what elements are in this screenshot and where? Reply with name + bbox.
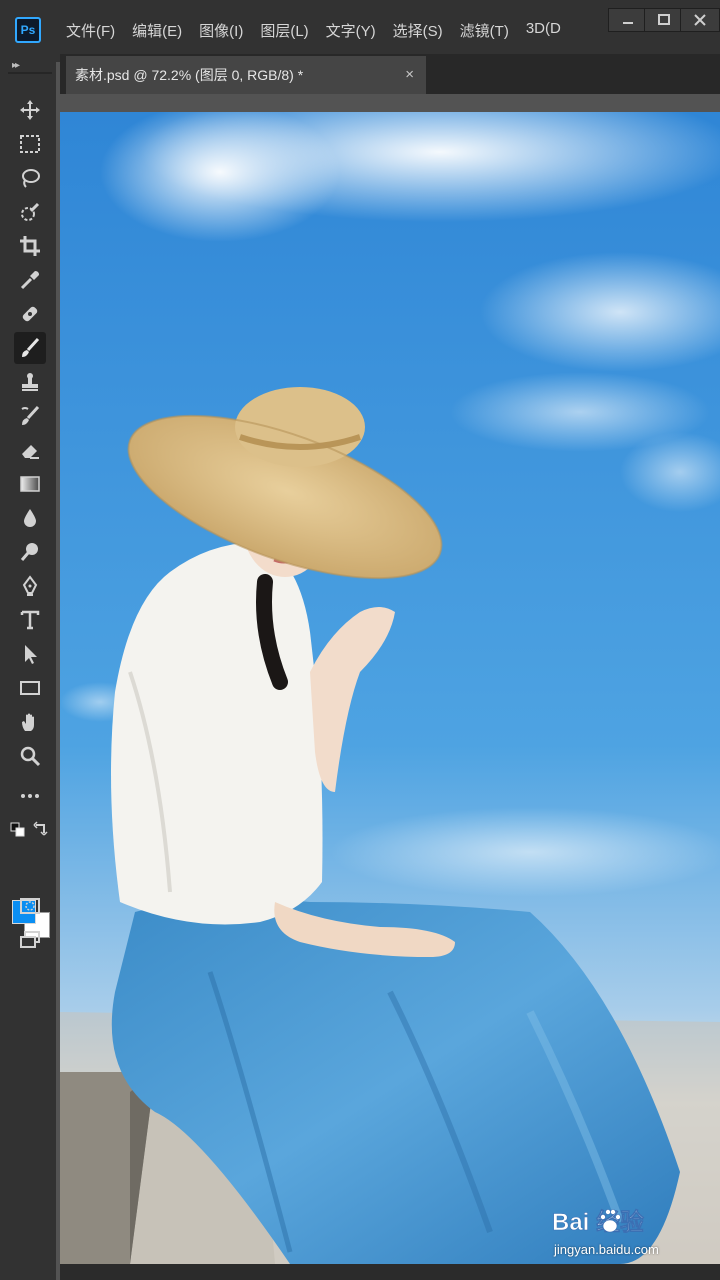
photoshop-logo-icon: Ps [15, 17, 41, 43]
menu-layer[interactable]: 图层(L) [260, 20, 308, 41]
document-tab[interactable]: 素材.psd @ 72.2% (图层 0, RGB/8) * × [66, 56, 426, 94]
history-brush-icon [21, 405, 40, 425]
more-tools-button[interactable] [14, 780, 46, 812]
lasso-tool[interactable] [14, 162, 46, 194]
menu-select[interactable]: 选择(S) [393, 20, 443, 41]
hand-tool[interactable] [14, 706, 46, 738]
gradient-icon [20, 476, 40, 492]
crop-tool[interactable] [14, 230, 46, 262]
blur-tool[interactable] [14, 502, 46, 534]
brush-tool[interactable] [14, 332, 46, 364]
toolbar-divider [8, 72, 52, 74]
menu-type[interactable]: 文字(Y) [326, 20, 376, 41]
menu-bar: Ps 文件(F) 编辑(E) 图像(I) 图层(L) 文字(Y) 选择(S) 滤… [0, 0, 720, 62]
quick-selection-icon [21, 202, 40, 221]
more-tools-icon [21, 794, 39, 798]
healing-brush-tool[interactable] [14, 298, 46, 330]
quick-mask-icon [20, 898, 40, 914]
panel-collapse-icon[interactable]: ▸▸ [12, 60, 20, 71]
close-window-button[interactable] [680, 8, 720, 32]
document-tab-title: 素材.psd @ 72.2% (图层 0, RGB/8) * [75, 67, 304, 83]
menu-3d[interactable]: 3D(D [526, 20, 561, 41]
path-selection-tool[interactable] [14, 638, 46, 670]
close-icon [694, 14, 706, 26]
menu-image[interactable]: 图像(I) [199, 20, 243, 41]
swap-colors-icon [33, 821, 48, 836]
lasso-icon [22, 169, 40, 188]
move-tool[interactable] [14, 94, 46, 126]
zoom-tool[interactable] [14, 740, 46, 772]
eyedropper-icon [20, 271, 39, 290]
maximize-icon [658, 14, 670, 25]
screen-mode-button[interactable] [14, 924, 46, 956]
main-menu: 文件(F) 编辑(E) 图像(I) 图层(L) 文字(Y) 选择(S) 滤镜(T… [66, 20, 561, 41]
tab-close-icon[interactable]: × [405, 66, 414, 83]
clone-stamp-icon [22, 373, 38, 391]
tools-panel: ▸▸ [0, 54, 56, 1280]
quick-selection-tool[interactable] [14, 196, 46, 228]
crop-icon [20, 236, 40, 256]
rectangle-tool[interactable] [14, 672, 46, 704]
swap-colors-button[interactable] [33, 820, 49, 836]
menu-edit[interactable]: 编辑(E) [132, 20, 182, 41]
type-icon [20, 610, 40, 630]
blur-icon [24, 509, 36, 527]
watermark-url: jingyan.baidu.com [554, 1242, 659, 1257]
path-selection-icon [25, 645, 37, 664]
eyedropper-tool[interactable] [14, 264, 46, 296]
screen-mode-icon [20, 931, 40, 948]
eraser-icon [22, 445, 39, 459]
hand-icon [22, 713, 34, 731]
default-colors-icon [10, 822, 25, 837]
healing-brush-icon [22, 306, 38, 322]
gradient-tool[interactable] [14, 468, 46, 500]
pen-icon [22, 575, 38, 596]
marquee-tool[interactable] [14, 128, 46, 160]
minimize-button[interactable] [608, 8, 648, 32]
document-canvas[interactable] [60, 112, 720, 1264]
menu-file[interactable]: 文件(F) [66, 20, 115, 41]
photo-image [60, 112, 720, 1264]
baidu-jingyan-logo: Bai 经验 [552, 1208, 644, 1237]
quick-mask-button[interactable] [14, 890, 46, 922]
maximize-button[interactable] [644, 8, 684, 32]
brush-icon [22, 337, 40, 357]
document-tab-bar: 素材.psd @ 72.2% (图层 0, RGB/8) * × [60, 54, 720, 94]
dodge-tool[interactable] [14, 536, 46, 568]
type-tool[interactable] [14, 604, 46, 636]
move-icon [20, 100, 40, 120]
watermark-logo-text: Bai 经验 [552, 1208, 644, 1236]
rectangle-icon [20, 681, 40, 695]
pen-tool[interactable] [14, 570, 46, 602]
marquee-icon [20, 135, 40, 153]
history-brush-tool[interactable] [14, 400, 46, 432]
eraser-tool[interactable] [14, 434, 46, 466]
clone-stamp-tool[interactable] [14, 366, 46, 398]
dodge-icon [20, 543, 38, 561]
default-colors-button[interactable] [10, 822, 26, 838]
zoom-icon [20, 746, 41, 767]
minimize-icon [623, 22, 633, 24]
menu-filter[interactable]: 滤镜(T) [460, 20, 509, 41]
status-bar [60, 1264, 720, 1280]
